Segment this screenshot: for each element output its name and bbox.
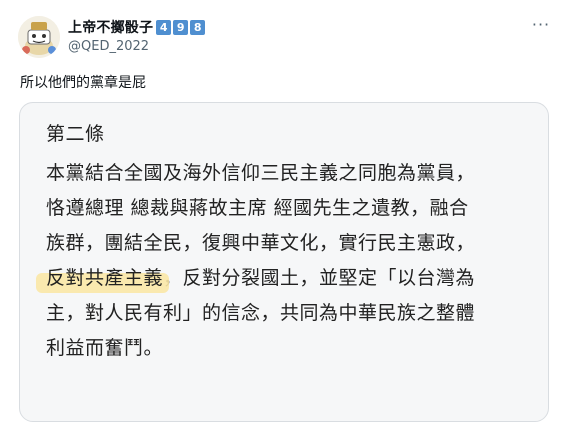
document-image-text: 第二條 本黨結合全國及海外信仰三民主義之同胞為黨員， 恪遵總理 總裁與蔣故主席 … [46,122,536,366]
document-line: 利益而奮鬥。 [46,337,164,359]
highlighted-phrase: 反對共產主義 [46,267,164,289]
avatar[interactable] [18,16,60,58]
display-name[interactable]: 上帝不擲骰子 [68,17,153,37]
cartoon-figure-icon [18,16,60,58]
user-handle[interactable]: @QED_2022 [68,39,149,54]
document-title: 第二條 [46,123,105,145]
badge-digits: 4 9 8 [156,19,207,35]
document-line-rest: ，反對分裂國土，並堅定「以台灣為 [163,267,476,289]
digit-badge: 8 [190,19,206,35]
document-line: 主，對人民有利」的信念，共同為中華民族之整體 [46,302,476,324]
name-row: 上帝不擲骰子 4 9 8 [68,17,207,37]
document-line: 恪遵總理 總裁與蔣故主席 經國先生之遺教，融合 [46,197,469,219]
tweet-text: 所以他們的黨章是屁 [20,75,146,91]
document-line: 族群，團結全民，復興中華文化，實行民主憲政， [46,232,476,254]
digit-badge: 9 [173,19,189,35]
document-line: 本黨結合全國及海外信仰三民主義之同胞為黨員， [46,162,476,184]
more-dots-icon[interactable]: ··· [530,16,552,34]
digit-badge: 4 [156,19,172,35]
document-line: 反對共產主義，反對分裂國土，並堅定「以台灣為 [46,261,536,296]
tweet: 上帝不擲骰子 4 9 8 @QED_2022 ··· 所以他們的黨章是屁 第二條… [0,0,562,432]
